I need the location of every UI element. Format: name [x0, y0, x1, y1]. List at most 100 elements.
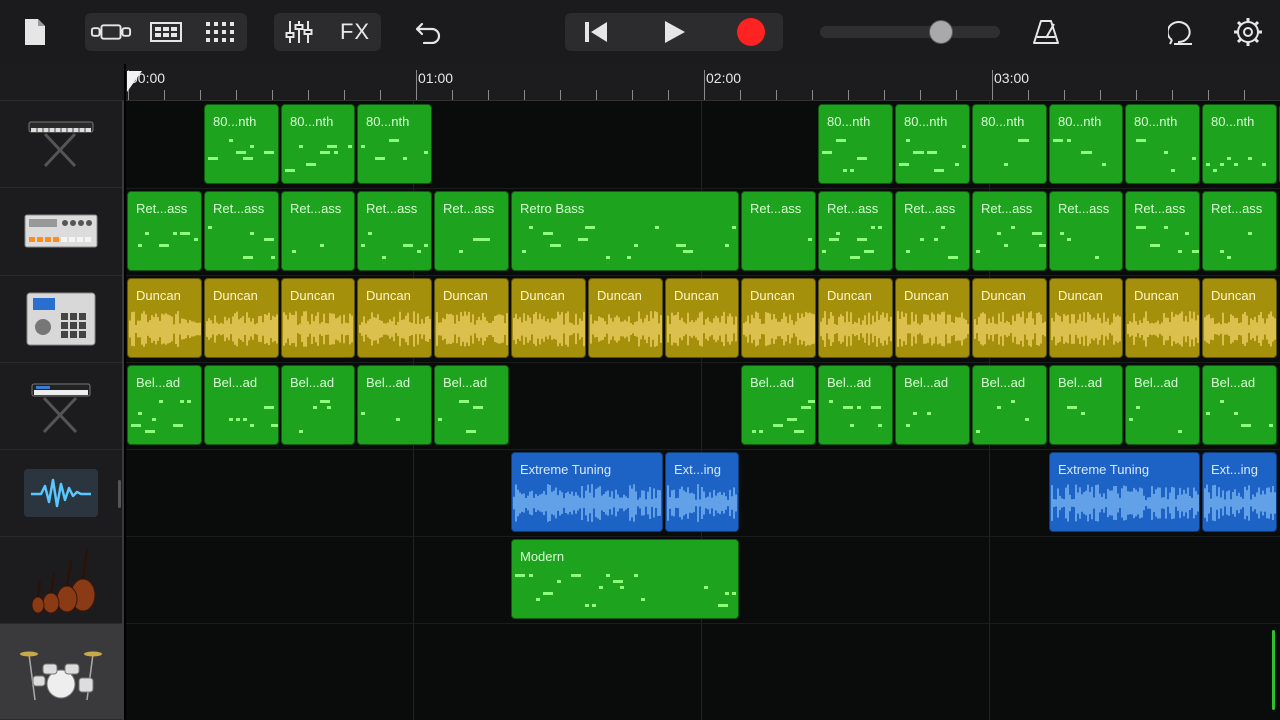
fx-button[interactable]: FX	[334, 13, 376, 51]
track-header-audio-recorder[interactable]	[0, 450, 122, 537]
midi-note	[1136, 139, 1146, 142]
region-gold-2-12[interactable]: Duncan	[1049, 278, 1123, 358]
region-green-1-4[interactable]: Ret...ass	[434, 191, 509, 271]
region-green-0-1[interactable]: 80...nth	[281, 104, 355, 184]
master-volume-slider[interactable]	[820, 20, 1000, 44]
region-gold-2-8[interactable]: Duncan	[741, 278, 816, 358]
region-gold-2-0[interactable]: Duncan	[127, 278, 202, 358]
region-green-3-11[interactable]: Bel...ad	[1202, 365, 1277, 445]
region-gold-2-13[interactable]: Duncan	[1125, 278, 1200, 358]
region-green-3-8[interactable]: Bel...ad	[972, 365, 1047, 445]
track-header-beat-sequencer[interactable]	[0, 276, 122, 363]
midi-note	[271, 256, 275, 259]
region-green-3-9[interactable]: Bel...ad	[1049, 365, 1123, 445]
midi-note	[927, 412, 931, 415]
tracks-view-icon[interactable]	[146, 13, 186, 51]
region-green-1-5[interactable]: Retro Bass	[511, 191, 739, 271]
region-green-0-7[interactable]: 80...nth	[1125, 104, 1200, 184]
region-green-1-10[interactable]: Ret...ass	[1049, 191, 1123, 271]
region-green-3-6[interactable]: Bel...ad	[818, 365, 893, 445]
region-green-1-9[interactable]: Ret...ass	[972, 191, 1047, 271]
region-green-3-4[interactable]: Bel...ad	[434, 365, 509, 445]
metronome-icon[interactable]	[1027, 13, 1065, 51]
mixer-icon[interactable]	[280, 13, 318, 51]
vertical-scroll-indicator[interactable]	[1272, 630, 1275, 710]
region-gold-2-10[interactable]: Duncan	[895, 278, 970, 358]
region-green-0-8[interactable]: 80...nth	[1202, 104, 1277, 184]
region-green-3-3[interactable]: Bel...ad	[357, 365, 432, 445]
region-green-1-12[interactable]: Ret...ass	[1202, 191, 1277, 271]
midi-note	[773, 424, 783, 427]
region-label: Duncan	[443, 288, 488, 303]
region-green-1-3[interactable]: Ret...ass	[357, 191, 432, 271]
region-blue-4-2[interactable]: Extreme Tuning	[1049, 452, 1200, 532]
ruler-tick	[1244, 90, 1245, 100]
region-gold-2-4[interactable]: Duncan	[434, 278, 509, 358]
midi-note	[718, 604, 728, 607]
ruler-tick	[848, 90, 849, 100]
region-gold-2-5[interactable]: Duncan	[511, 278, 586, 358]
track-header-keyboard[interactable]	[0, 363, 122, 450]
region-green-5-0[interactable]: Modern	[511, 539, 739, 619]
region-green-1-7[interactable]: Ret...ass	[818, 191, 893, 271]
region-green-0-4[interactable]: 80...nth	[895, 104, 970, 184]
region-blue-4-1[interactable]: Ext...ing	[665, 452, 739, 532]
region-green-3-0[interactable]: Bel...ad	[127, 365, 202, 445]
region-label: Duncan	[290, 288, 335, 303]
region-label: Duncan	[1134, 288, 1179, 303]
midi-note	[1164, 226, 1168, 229]
region-green-0-5[interactable]: 80...nth	[972, 104, 1047, 184]
region-green-1-1[interactable]: Ret...ass	[204, 191, 279, 271]
region-green-0-3[interactable]: 80...nth	[818, 104, 893, 184]
track-header-strings[interactable]	[0, 537, 122, 624]
midi-note	[515, 574, 525, 577]
region-green-3-2[interactable]: Bel...ad	[281, 365, 355, 445]
region-green-1-6[interactable]: Ret...ass	[741, 191, 816, 271]
undo-icon[interactable]	[410, 13, 448, 51]
region-green-3-7[interactable]: Bel...ad	[895, 365, 970, 445]
midi-note	[878, 226, 882, 229]
region-green-3-1[interactable]: Bel...ad	[204, 365, 279, 445]
play-icon[interactable]	[655, 13, 693, 51]
midi-note	[1129, 418, 1133, 421]
midi-note	[1025, 139, 1029, 142]
region-green-3-10[interactable]: Bel...ad	[1125, 365, 1200, 445]
midi-note	[997, 232, 1001, 235]
region-green-0-0[interactable]: 80...nth	[204, 104, 279, 184]
region-gold-2-6[interactable]: Duncan	[588, 278, 663, 358]
track-header-synth[interactable]	[0, 101, 122, 188]
region-gold-2-7[interactable]: Duncan	[665, 278, 739, 358]
timeline-ruler[interactable]: 00:00 01:00 02:00 03:00	[126, 64, 1280, 101]
volume-knob[interactable]	[929, 20, 953, 44]
loop-icon[interactable]	[1164, 13, 1202, 51]
track-header-drums[interactable]	[0, 624, 122, 720]
region-green-0-6[interactable]: 80...nth	[1049, 104, 1123, 184]
record-icon[interactable]	[732, 13, 770, 51]
my-songs-icon[interactable]	[16, 13, 54, 51]
go-to-start-icon[interactable]	[577, 13, 615, 51]
ruler-tick	[1172, 90, 1173, 100]
region-green-3-5[interactable]: Bel...ad	[741, 365, 816, 445]
track-header-drum-machine[interactable]	[0, 189, 122, 276]
region-green-1-0[interactable]: Ret...ass	[127, 191, 202, 271]
region-gold-2-2[interactable]: Duncan	[281, 278, 355, 358]
region-blue-4-0[interactable]: Extreme Tuning	[511, 452, 663, 532]
settings-icon[interactable]	[1229, 13, 1267, 51]
region-green-1-8[interactable]: Ret...ass	[895, 191, 970, 271]
region-gold-2-14[interactable]: Duncan	[1202, 278, 1277, 358]
track-resize-handle[interactable]	[118, 480, 121, 508]
region-gold-2-3[interactable]: Duncan	[357, 278, 432, 358]
region-green-1-2[interactable]: Ret...ass	[281, 191, 355, 271]
grid-view-icon[interactable]	[200, 13, 240, 51]
region-gold-2-11[interactable]: Duncan	[972, 278, 1047, 358]
midi-note	[459, 250, 463, 253]
midi-note	[1136, 406, 1140, 409]
playhead[interactable]	[126, 70, 146, 100]
region-blue-4-3[interactable]: Ext...ing	[1202, 452, 1277, 532]
region-gold-2-1[interactable]: Duncan	[204, 278, 279, 358]
region-green-1-11[interactable]: Ret...ass	[1125, 191, 1200, 271]
region-green-0-2[interactable]: 80...nth	[357, 104, 432, 184]
region-gold-2-9[interactable]: Duncan	[818, 278, 893, 358]
tracks-area[interactable]: 80...nth 80...nth 80...nth 80...nth 80...nth…	[126, 101, 1280, 720]
view-toggle-icon[interactable]	[90, 13, 132, 51]
